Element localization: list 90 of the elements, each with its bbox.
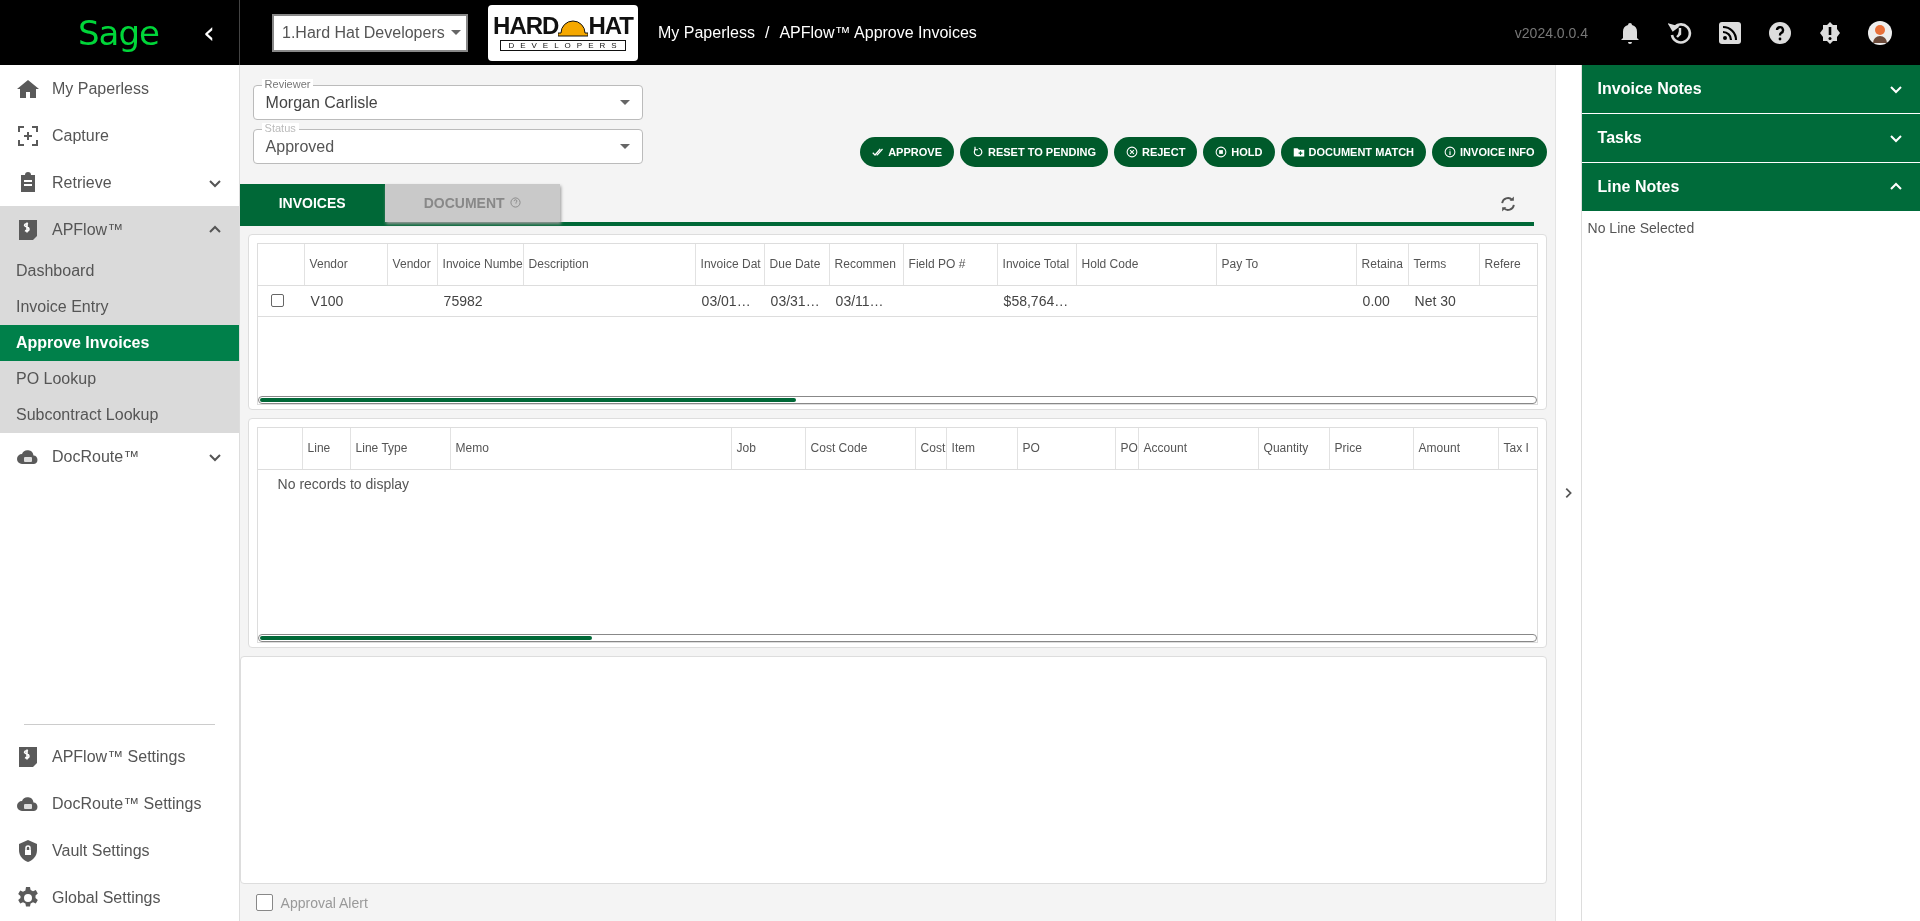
sidebar-item[interactable]: APFlow™	[0, 206, 239, 253]
column-header[interactable]: Line Type	[349, 427, 450, 469]
column-header[interactable]: Terms	[1407, 243, 1479, 285]
sidebar-item[interactable]: DocRoute™	[0, 433, 239, 480]
column-header[interactable]: Retaina	[1355, 243, 1408, 285]
column-header[interactable]: Vendor	[386, 243, 437, 285]
tab[interactable]: INVOICES	[239, 183, 385, 222]
column-header[interactable]: Cost Code	[804, 427, 915, 469]
empty-message: No records to display	[277, 475, 410, 492]
empty-message: No Line Selected	[1587, 220, 1695, 236]
column-header[interactable]: Price	[1328, 427, 1413, 469]
sidebar-item[interactable]: Global Settings	[0, 874, 239, 921]
help-icon[interactable]	[1768, 20, 1792, 45]
sidebar-subitem[interactable]: Invoice Entry	[0, 289, 239, 325]
column-header[interactable]: Vendor	[303, 243, 387, 285]
column-header[interactable]: Memo	[449, 427, 731, 469]
version-label: v2024.0.0.4	[1514, 24, 1588, 41]
sidebar-item[interactable]: My Paperless	[0, 65, 239, 112]
sidebar-item[interactable]: Capture	[0, 112, 239, 159]
rss-icon[interactable]	[1718, 20, 1742, 45]
column-header[interactable]: Due Date	[763, 243, 829, 285]
accordion-header[interactable]: Invoice Notes	[1581, 65, 1920, 114]
column-header[interactable]: Description	[522, 243, 695, 285]
action-button[interactable]: RESET TO PENDING	[959, 137, 1108, 167]
table-cell: 0.00	[1362, 292, 1390, 309]
double-check-icon	[872, 146, 885, 158]
stop-icon	[1215, 146, 1228, 158]
column-header[interactable]: Line	[301, 427, 350, 469]
accordion-header[interactable]: Line Notes	[1581, 163, 1920, 212]
page-title: APFlow™ Approve Invoices	[779, 23, 977, 42]
column-header[interactable]: Pay To	[1215, 243, 1356, 285]
settings-icon	[16, 885, 40, 910]
column-header[interactable]: Invoice Dat	[694, 243, 764, 285]
column-header[interactable]: Recommen	[828, 243, 903, 285]
checkbox[interactable]	[255, 894, 273, 911]
table-cell: 75982	[443, 292, 483, 309]
dollar-document-icon	[16, 744, 40, 769]
sidebar-subitem[interactable]: Subcontract Lookup	[0, 397, 239, 433]
logo: Sage	[78, 12, 159, 53]
avatar[interactable]	[1868, 20, 1892, 45]
company-select[interactable]: 1.Hard Hat Developers	[272, 13, 468, 52]
help-icon	[509, 197, 521, 209]
column-header[interactable]: Field PO #	[902, 243, 997, 285]
accordion-header[interactable]: Tasks	[1581, 114, 1920, 163]
table-cell: V100	[310, 292, 344, 309]
breadcrumb-separator: /	[764, 23, 770, 42]
shield-lock-icon	[16, 838, 40, 863]
table-cell: 03/01…	[701, 292, 751, 309]
sidebar-subitem[interactable]: Dashboard	[0, 253, 239, 289]
dollar-document-icon	[16, 217, 40, 242]
row-checkbox[interactable]	[270, 294, 284, 308]
table-cell: Net 30	[1414, 292, 1456, 309]
column-header[interactable]: PO	[1114, 427, 1138, 469]
info-icon	[1444, 146, 1457, 158]
history-icon[interactable]	[1668, 20, 1692, 45]
caret-icon	[450, 30, 461, 35]
action-button[interactable]: DOCUMENT MATCH	[1280, 137, 1427, 167]
column-header[interactable]: Item	[945, 427, 1017, 469]
reset-icon	[971, 146, 984, 158]
collapse-button[interactable]: ‹	[203, 17, 215, 48]
column-header[interactable]: Amount	[1412, 427, 1498, 469]
table-cell: 03/31…	[770, 292, 820, 309]
column-header[interactable]: Invoice Numbe	[436, 243, 523, 285]
column-header[interactable]: Refere	[1478, 243, 1537, 285]
sidebar-subitem[interactable]: Approve Invoices	[0, 325, 239, 361]
capture-icon	[16, 123, 40, 148]
breadcrumb-link[interactable]: My Paperless	[658, 23, 755, 42]
action-button[interactable]: INVOICE INFO	[1432, 137, 1547, 167]
action-button[interactable]: APPROVE	[860, 137, 954, 167]
table-cell: 03/11…	[835, 292, 884, 309]
column-header[interactable]: Hold Code	[1075, 243, 1216, 285]
alert-badge-icon[interactable]	[1818, 20, 1842, 45]
sidebar-item[interactable]: DocRoute™ Settings	[0, 780, 239, 827]
folder-plus-icon	[1292, 146, 1305, 158]
sidebar-item[interactable]: Vault Settings	[0, 827, 239, 874]
sidebar-item[interactable]: Retrieve	[0, 159, 239, 206]
action-button[interactable]: HOLD	[1203, 137, 1275, 167]
action-button[interactable]: REJECT	[1113, 137, 1198, 167]
column-header[interactable]: Invoice Total	[996, 243, 1076, 285]
sidebar-subitem[interactable]: PO Lookup	[0, 361, 239, 397]
table-cell: $58,764…	[1003, 292, 1069, 309]
column-header[interactable]: PO	[1016, 427, 1115, 469]
column-header[interactable]: Job	[730, 427, 805, 469]
column-header[interactable]: Quantity	[1257, 427, 1329, 469]
checkbox-label: Approval Alert	[280, 894, 368, 911]
sidebar-item[interactable]: APFlow™ Settings	[0, 733, 239, 780]
column-header[interactable]: Cost	[914, 427, 946, 469]
cancel-icon	[1125, 146, 1138, 158]
column-header[interactable]: Account	[1137, 427, 1258, 469]
brand-logo: HARD HAT DEVELOPERS	[488, 4, 638, 61]
